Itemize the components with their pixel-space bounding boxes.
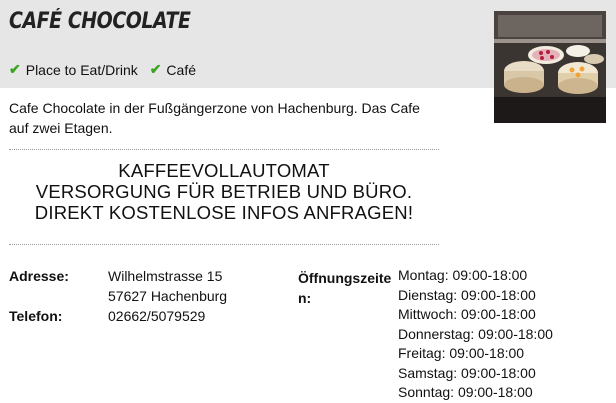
category-label: Café — [166, 61, 196, 78]
address-value: Wilhelmstrasse 15 57627 Hachenburg — [108, 266, 227, 306]
cake-display-image — [494, 11, 606, 123]
hours-row: Samstag: 09:00-18:00 — [398, 364, 536, 381]
category-label: Place to Eat/Drink — [25, 61, 138, 78]
divider — [9, 149, 439, 150]
advertisement[interactable]: KAFFEEVOLLAUTOMAT VERSORGUNG FÜR BETRIEB… — [9, 160, 439, 223]
page-title: CAFÉ CHOCOLATE — [9, 9, 191, 34]
phone-value[interactable]: 02662/5079529 — [108, 306, 205, 326]
check-icon: ✔ — [149, 61, 162, 77]
hours-label: Öffnungszeite n: — [298, 268, 391, 308]
hours-label-part: n: — [298, 290, 312, 306]
ad-line: VERSORGUNG FÜR BETRIEB UND BÜRO. — [35, 181, 413, 202]
check-icon: ✔ — [9, 61, 21, 77]
address-city: 57627 Hachenburg — [108, 288, 228, 304]
category-list: ✔ Place to Eat/Drink ✔ Café — [9, 61, 204, 78]
category-tag[interactable]: ✔ Place to Eat/Drink — [9, 61, 138, 78]
ad-line: DIREKT KOSTENLOSE INFOS ANFRAGEN! — [34, 202, 414, 223]
hours-row: Dienstag: 09:00-18:00 — [398, 286, 536, 303]
category-tag[interactable]: ✔ Café — [150, 61, 196, 78]
ad-line: KAFFEEVOLLAUTOMAT — [118, 160, 330, 181]
address-label: Adresse: — [9, 268, 69, 284]
phone-label: Telefon: — [9, 308, 63, 324]
hours-row: Mittwoch: 09:00-18:00 — [398, 306, 536, 322]
hours-label-part: Öffnungszeite — [298, 270, 392, 286]
hours-row: Sonntag: 09:00-18:00 — [398, 384, 533, 400]
cafe-photo[interactable] — [494, 11, 606, 123]
hours-row: Montag: 09:00-18:00 — [398, 267, 528, 283]
hours-row: Donnerstag: 09:00-18:00 — [398, 325, 553, 342]
address-street: Wilhelmstrasse 15 — [108, 268, 223, 284]
opening-hours: Montag: 09:00-18:00 Dienstag: 09:00-18:0… — [398, 266, 553, 403]
divider — [9, 244, 439, 245]
hours-row: Freitag: 09:00-18:00 — [398, 345, 525, 361]
listing-description: Cafe Chocolate in der Fußgängerzone von … — [9, 100, 420, 136]
